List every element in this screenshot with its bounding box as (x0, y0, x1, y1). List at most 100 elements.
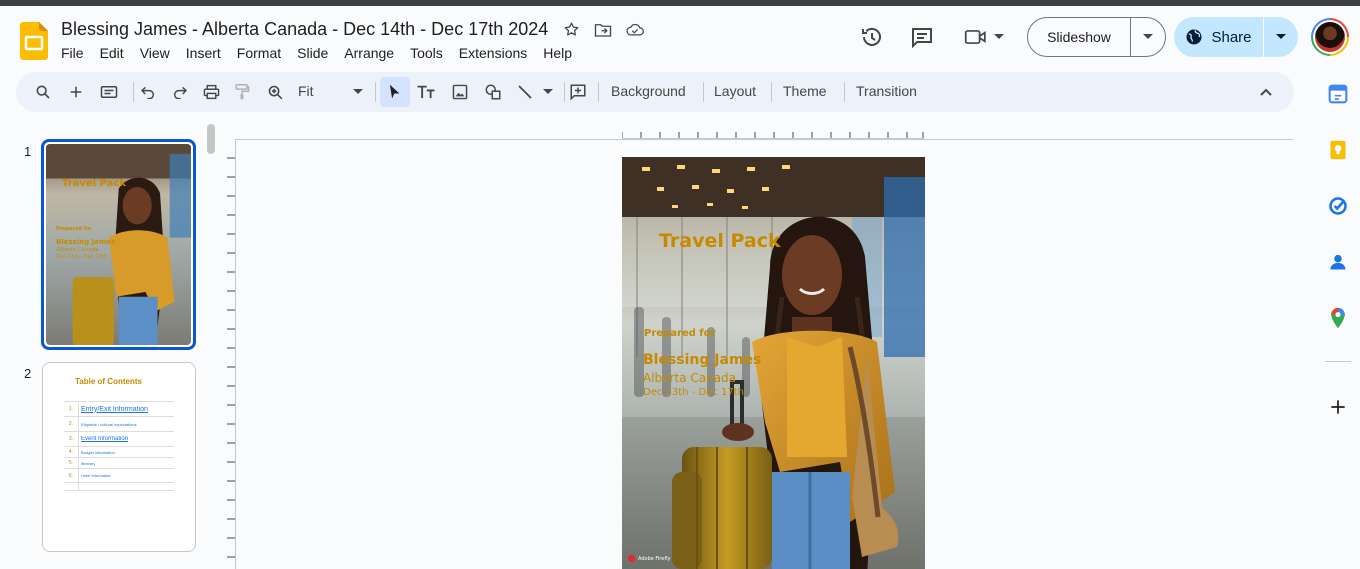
comments-icon[interactable] (902, 20, 942, 54)
slide-1[interactable]: Travel Pack Prepared for Blessing James … (622, 157, 925, 569)
new-slide-icon[interactable] (61, 77, 91, 107)
menu-bar: File Edit View Insert Format Slide Arran… (61, 45, 588, 61)
toc-link: Hotel Information (81, 473, 112, 478)
share-button[interactable]: Share (1174, 17, 1298, 57)
zoom-icon[interactable] (260, 77, 290, 107)
thumb-name: Blessing James (56, 238, 116, 246)
toc-row (64, 483, 174, 491)
toc-num: 3. (64, 432, 79, 446)
thumb-prepared: Prepared for (56, 226, 92, 232)
vertical-ruler (227, 157, 235, 558)
toc-row: 4. Budget Information (64, 447, 174, 458)
add-comment-icon[interactable] (563, 77, 593, 107)
contacts-icon[interactable] (1327, 251, 1349, 273)
toc-num: 6. (64, 469, 79, 482)
slide-prepared-label[interactable]: Prepared for (644, 328, 715, 339)
menu-insert[interactable]: Insert (186, 45, 221, 61)
toc-num: 4. (64, 447, 79, 457)
undo-icon[interactable] (133, 77, 163, 107)
toc-num (64, 483, 79, 490)
slide-number: 2 (24, 366, 32, 381)
menu-help[interactable]: Help (543, 45, 572, 61)
cloud-saved-icon[interactable] (626, 21, 645, 39)
toolbar-divider (598, 82, 599, 102)
slideshow-label[interactable]: Slideshow (1028, 18, 1131, 56)
menu-file[interactable]: File (61, 45, 84, 61)
globe-icon (1185, 28, 1203, 46)
adobe-firefly-watermark: Adobe Firefly (628, 555, 670, 562)
slide-destination[interactable]: Alberta Canada (643, 371, 736, 385)
add-addon-icon[interactable] (1327, 396, 1349, 418)
tasks-icon[interactable] (1327, 195, 1349, 217)
toc-num: 5. (64, 458, 79, 468)
toc-link: Entry/Exit Information (81, 405, 148, 413)
thumb-title: Travel Pack (62, 178, 126, 189)
side-panel-divider (1325, 361, 1351, 362)
slides-logo-icon[interactable] (20, 22, 48, 60)
toc-num: 1. (64, 402, 79, 416)
toc-row: 3. Event Information (64, 432, 174, 447)
slideshow-button[interactable]: Slideshow (1027, 17, 1166, 57)
redo-icon[interactable] (165, 77, 195, 107)
meet-camera-icon[interactable] (958, 20, 1010, 54)
keep-icon[interactable] (1327, 139, 1349, 161)
toc-table: 1. Entry/Exit Information 2. Etiquette /… (64, 401, 174, 491)
thumb-dates: Dec 13th - Dec 17th (56, 254, 107, 260)
toolbar-divider (844, 82, 845, 102)
print-icon[interactable] (196, 77, 226, 107)
share-label: Share (1211, 28, 1252, 46)
background-button[interactable]: Background (611, 83, 686, 99)
theme-button[interactable]: Theme (783, 83, 827, 99)
menu-arrange[interactable]: Arrange (344, 45, 394, 61)
menu-edit[interactable]: Edit (100, 45, 124, 61)
share-main[interactable]: Share (1174, 17, 1264, 57)
maps-icon[interactable] (1327, 307, 1349, 329)
menu-view[interactable]: View (140, 45, 170, 61)
zoom-select[interactable]: Fit (298, 83, 314, 99)
firefly-logo-icon (628, 555, 635, 562)
toc-title: Table of Contents (75, 377, 142, 386)
toc-link: Etiquette / cultural expectations (81, 421, 137, 427)
insert-image-icon[interactable] (445, 77, 475, 107)
line-dropdown-icon[interactable] (533, 77, 563, 107)
transition-button[interactable]: Transition (856, 83, 917, 99)
slide-traveler-name[interactable]: Blessing James (643, 352, 761, 368)
toc-row: 5. Itinerary (64, 458, 174, 469)
zoom-dropdown-icon[interactable] (343, 77, 373, 107)
layout-button[interactable]: Layout (714, 83, 756, 99)
slide-layout-icon[interactable] (94, 77, 124, 107)
star-icon[interactable] (562, 21, 580, 39)
toolbar-divider (771, 82, 772, 102)
toc-link: Budget Information (81, 449, 115, 455)
menu-slide[interactable]: Slide (297, 45, 328, 61)
version-history-icon[interactable] (852, 20, 892, 54)
menu-tools[interactable]: Tools (410, 45, 443, 61)
toc-row: 1. Entry/Exit Information (64, 402, 174, 417)
menu-format[interactable]: Format (237, 45, 281, 61)
thumb-place: Alberta Canada (56, 247, 99, 253)
thumbnail-image: Travel Pack Prepared for Blessing James … (46, 144, 191, 345)
collapse-toolbar-icon[interactable] (1251, 77, 1281, 107)
slide-thumbnail-1[interactable]: Travel Pack Prepared for Blessing James … (41, 139, 196, 350)
move-to-folder-icon[interactable] (594, 21, 612, 39)
text-box-icon[interactable] (411, 77, 441, 107)
toolbar-divider (703, 82, 704, 102)
chevron-down-icon[interactable] (1131, 34, 1165, 40)
search-menus-icon[interactable] (28, 77, 58, 107)
side-panel (1316, 70, 1360, 569)
slide-title[interactable]: Travel Pack (659, 230, 781, 252)
toc-row: 2. Etiquette / cultural expectations (64, 417, 174, 432)
paint-format-icon[interactable] (227, 77, 257, 107)
slide-dates[interactable]: Dec 13th - Dec 17th (643, 387, 744, 398)
shape-icon[interactable] (478, 77, 508, 107)
toolbar-divider (375, 82, 376, 102)
calendar-icon[interactable] (1327, 83, 1349, 105)
toc-link: Event Information (81, 436, 129, 442)
document-title[interactable]: Blessing James - Alberta Canada - Dec 14… (61, 19, 548, 40)
account-avatar[interactable] (1311, 18, 1349, 56)
slide-thumbnail-2[interactable]: Table of Contents 1. Entry/Exit Informat… (42, 362, 196, 552)
filmstrip-scrollbar[interactable] (207, 124, 215, 154)
select-cursor-icon[interactable] (380, 77, 410, 107)
menu-extensions[interactable]: Extensions (459, 45, 527, 61)
share-dropdown-icon[interactable] (1264, 34, 1298, 40)
